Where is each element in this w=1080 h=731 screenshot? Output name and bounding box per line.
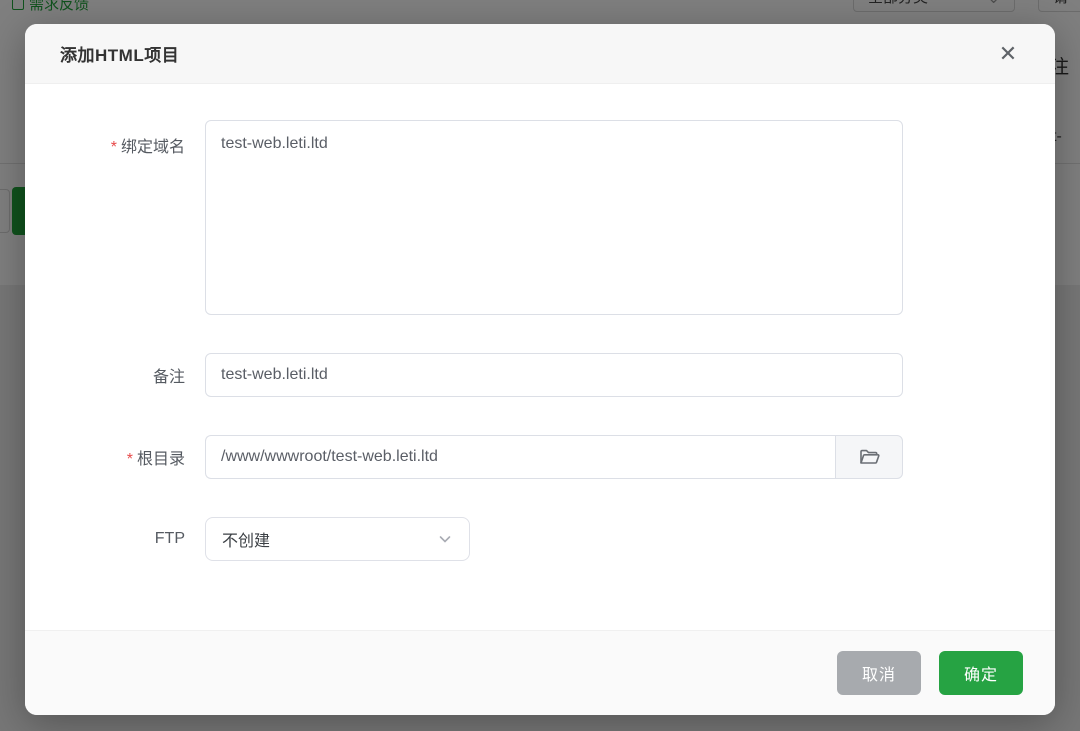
dialog-footer: 取消 确定: [25, 630, 1055, 715]
domain-textarea[interactable]: test-web.leti.ltd: [205, 120, 903, 315]
chevron-down-icon: [437, 531, 453, 547]
domain-label: *绑定域名: [60, 120, 205, 157]
dialog-body: *绑定域名 test-web.leti.ltd 备注 *根目录: [25, 84, 1055, 630]
ftp-select[interactable]: 不创建: [205, 517, 470, 561]
form-row-ftp: FTP 不创建: [60, 517, 1055, 561]
dialog-title: 添加HTML项目: [60, 41, 179, 66]
required-mark: *: [111, 139, 117, 156]
dialog-header: 添加HTML项目 ✕: [25, 24, 1055, 84]
ftp-label: FTP: [60, 530, 205, 548]
folder-icon: [857, 445, 881, 469]
form-row-root-dir: *根目录: [60, 435, 1055, 479]
note-label: 备注: [60, 363, 205, 387]
root-dir-input[interactable]: [205, 435, 835, 479]
add-html-project-dialog: 添加HTML项目 ✕ *绑定域名 test-web.leti.ltd 备注 *根…: [25, 24, 1055, 715]
close-icon[interactable]: ✕: [991, 37, 1025, 71]
confirm-button[interactable]: 确定: [939, 651, 1023, 695]
ftp-select-value: 不创建: [222, 527, 270, 551]
note-input[interactable]: [205, 353, 903, 397]
form-row-note: 备注: [60, 353, 1055, 397]
browse-folder-button[interactable]: [835, 435, 903, 479]
root-dir-label: *根目录: [60, 445, 205, 469]
cancel-button[interactable]: 取消: [837, 651, 921, 695]
form-row-domain: *绑定域名 test-web.leti.ltd: [60, 120, 1055, 315]
required-mark: *: [127, 451, 133, 468]
root-dir-input-group: [205, 435, 903, 479]
